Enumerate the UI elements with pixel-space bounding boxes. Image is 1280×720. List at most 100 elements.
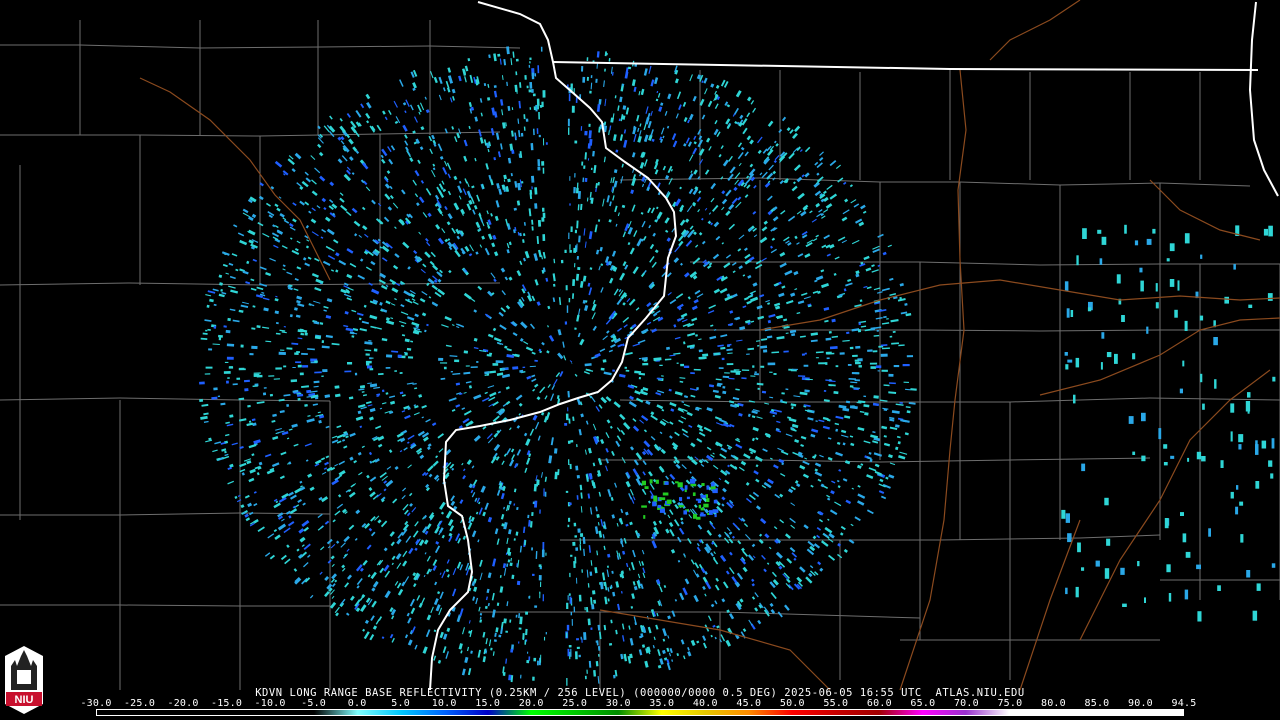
echo-pixel <box>693 368 701 371</box>
echo-pixel <box>520 132 524 137</box>
colorbar-tick: 70.0 <box>953 698 979 709</box>
echo-pixel <box>576 475 580 479</box>
echo-pixel <box>1248 304 1253 308</box>
echo-pixel <box>505 630 508 633</box>
echo-pixel <box>510 648 514 653</box>
echo-pixel <box>578 594 582 602</box>
echo-pixel <box>205 329 208 332</box>
echo-pixel <box>541 207 545 212</box>
echo-pixel <box>1255 444 1259 455</box>
echo-pixel <box>573 187 576 194</box>
echo-pixel <box>826 357 830 360</box>
colorbar-tick: -5.0 <box>301 698 327 709</box>
echo-pixel <box>321 340 325 344</box>
echo-pixel <box>1247 392 1251 398</box>
echo-pixel <box>525 611 529 615</box>
echo-pixel <box>238 367 245 370</box>
echo-pixel <box>534 187 538 195</box>
echo-pixel <box>573 522 577 527</box>
echo-pixel <box>1146 326 1149 334</box>
echo-pixel <box>1184 589 1189 600</box>
echo-pixel <box>569 176 571 181</box>
echo-pixel <box>857 329 862 333</box>
echo-pixel <box>1166 258 1170 262</box>
echo-pixel <box>443 366 447 370</box>
echo-pixel <box>757 387 760 390</box>
echo-pixel <box>568 232 570 240</box>
echo-pixel <box>1121 315 1125 322</box>
echo-pixel <box>583 165 586 169</box>
echo-pixel <box>1101 236 1107 245</box>
echo-pixel <box>365 353 370 356</box>
echo-pixel <box>224 361 229 364</box>
echo-pixel <box>1230 403 1235 413</box>
echo-pixel <box>1087 307 1092 312</box>
echo-pixel <box>652 501 657 507</box>
echo-pixel <box>1170 455 1175 459</box>
echo-pixel <box>1187 457 1190 462</box>
echo-pixel <box>1075 586 1079 598</box>
echo-pixel <box>516 580 521 586</box>
echo-pixel <box>574 327 577 330</box>
echo-pixel <box>227 377 230 379</box>
echo-pixel <box>1067 533 1072 543</box>
echo-pixel <box>524 639 527 645</box>
echo-pixel <box>226 343 235 347</box>
echo-pixel <box>1158 428 1162 440</box>
echo-pixel <box>223 325 227 328</box>
echo-pixel <box>653 495 658 500</box>
echo-pixel <box>1196 564 1201 570</box>
echo-pixel <box>706 485 710 490</box>
colorbar-tick: 40.0 <box>692 698 718 709</box>
echo-pixel <box>700 494 707 498</box>
colorbar-tick: 35.0 <box>649 698 675 709</box>
echo-pixel <box>576 646 580 650</box>
echo-pixel <box>538 134 541 138</box>
echo-pixel <box>1220 460 1224 468</box>
echo-pixel <box>1073 394 1076 404</box>
echo-pixel <box>269 393 273 397</box>
echo-pixel <box>1169 279 1175 287</box>
echo-pixel <box>847 363 852 366</box>
echo-pixel <box>692 492 696 496</box>
echo-pixel <box>571 619 573 626</box>
echo-pixel <box>529 107 532 110</box>
echo-pixel <box>574 173 576 178</box>
colorbar-tick: 10.0 <box>431 698 457 709</box>
echo-pixel <box>567 595 569 601</box>
echo-pixel <box>218 334 223 338</box>
echo-pixel <box>1124 224 1127 234</box>
echo-pixel <box>872 350 878 353</box>
echo-pixel <box>569 249 572 253</box>
echo-pixel <box>588 123 591 127</box>
echo-pixel <box>347 361 353 365</box>
echo-pixel <box>587 618 591 626</box>
echo-pixel <box>684 485 688 490</box>
echo-pixel <box>513 538 516 541</box>
echo-pixel <box>529 81 533 89</box>
echo-pixel <box>574 535 578 538</box>
colorbar-tick: 50.0 <box>779 698 805 709</box>
echo-pixel <box>1208 528 1211 537</box>
echo-pixel <box>524 75 527 80</box>
echo-pixel <box>541 161 545 166</box>
echo-pixel <box>565 413 569 421</box>
echo-pixel <box>1134 240 1139 246</box>
colorbar-tick: 30.0 <box>605 698 631 709</box>
echo-pixel <box>676 362 679 364</box>
echo-pixel <box>570 226 573 233</box>
echo-pixel <box>533 106 536 111</box>
echo-pixel <box>1224 296 1229 304</box>
echo-pixel <box>849 346 854 350</box>
echo-pixel <box>703 503 709 508</box>
echo-pixel <box>1184 320 1188 331</box>
echo-pixel <box>902 363 910 367</box>
colorbar-tick-labels: -30.0 -25.0 -20.0 -15.0 -10.0 -5.0 0.0 5.0 10.0 1… <box>80 698 1196 709</box>
echo-pixel <box>262 392 267 396</box>
echo-pixel <box>1261 440 1267 449</box>
echo-pixel <box>522 366 526 369</box>
echo-pixel <box>574 140 578 144</box>
echo-pixel <box>314 371 322 374</box>
echo-pixel <box>253 373 260 377</box>
echo-pixel <box>876 330 879 332</box>
